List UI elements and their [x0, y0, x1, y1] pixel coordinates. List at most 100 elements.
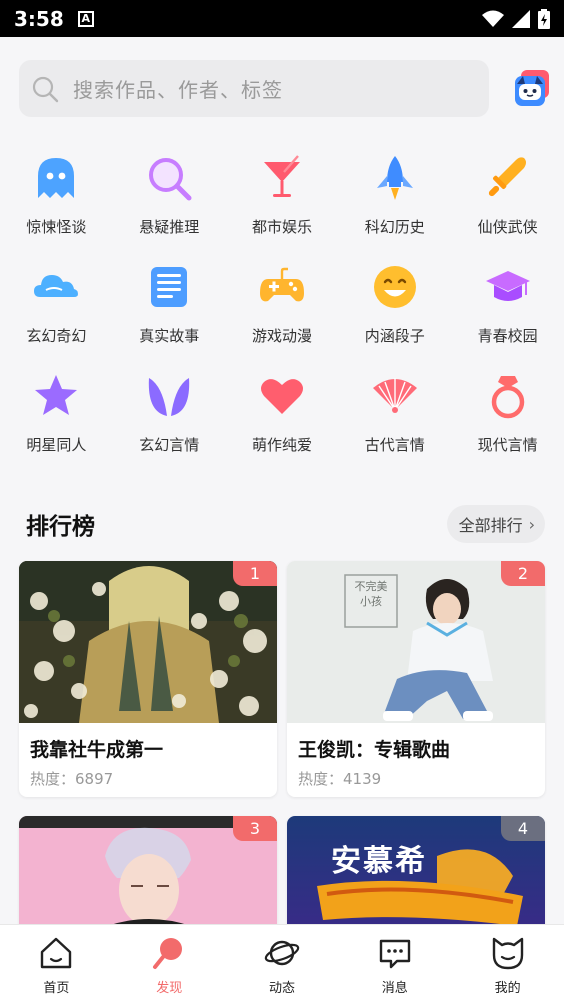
search-input[interactable]: 搜索作品、作者、标签: [19, 60, 489, 117]
battery-icon: [538, 8, 550, 29]
nav-home[interactable]: 首页: [0, 925, 113, 1002]
category-item[interactable]: 惊悚怪谈: [0, 150, 113, 259]
category-label: 现代言情: [477, 436, 538, 454]
category-item[interactable]: 玄幻言情: [113, 368, 226, 477]
ranking-card[interactable]: 3: [19, 816, 277, 936]
status-indicators: [482, 8, 550, 29]
all-rankings-label: 全部排行: [458, 516, 523, 535]
cover-image: 不完美 小孩 2: [287, 561, 545, 723]
wifi-icon: [482, 10, 504, 27]
category-item[interactable]: 古代言情: [338, 368, 451, 477]
smiley-icon: [367, 259, 423, 315]
cocktail-icon: [254, 150, 310, 206]
mascot-icon: [515, 70, 549, 106]
category-label: 科幻历史: [364, 218, 425, 236]
category-label: 仙侠武侠: [477, 218, 538, 236]
category-label: 惊悚怪谈: [26, 218, 87, 236]
card-heat: 热度：4139: [298, 770, 382, 788]
category-label: 游戏动漫: [251, 327, 312, 345]
notification-icon: A: [77, 10, 94, 27]
category-item[interactable]: 都市娱乐: [226, 150, 339, 259]
ranking-header: 排行榜 全部排行 ›: [26, 505, 545, 543]
category-label: 真实故事: [139, 327, 200, 345]
category-item[interactable]: 内涵段子: [338, 259, 451, 368]
signal-icon: [512, 9, 530, 28]
message-icon: [379, 939, 410, 969]
nav-feed[interactable]: 动态: [226, 925, 339, 1002]
show-sign: 不完美 小孩: [347, 579, 395, 609]
profile-icon: [492, 937, 523, 970]
category-label: 古代言情: [364, 436, 425, 454]
category-label: 玄幻言情: [139, 436, 200, 454]
nav-profile[interactable]: 我的: [451, 925, 564, 1002]
status-bar: 3:58 A: [0, 0, 564, 37]
category-item[interactable]: 悬疑推理: [113, 150, 226, 259]
home-icon: [41, 937, 72, 969]
category-item[interactable]: 真实故事: [113, 259, 226, 368]
nav-label: 我的: [494, 981, 521, 996]
nav-label: 首页: [43, 981, 70, 996]
nav-label: 动态: [268, 981, 295, 996]
ranking-card[interactable]: 不完美 小孩 2 王俊凯：专辑歌曲 热度：4139: [287, 561, 545, 797]
nav-label: 消息: [381, 981, 408, 996]
show-sign-line: 小孩: [360, 595, 382, 608]
rank-badge: 3: [233, 816, 277, 841]
planet-icon: [264, 940, 300, 966]
heart-icon: [254, 368, 310, 424]
nav-discover[interactable]: 发现: [113, 925, 226, 1002]
search-icon: [32, 76, 59, 102]
show-sign-line: 不完美: [354, 580, 388, 593]
category-item[interactable]: 明星同人: [0, 368, 113, 477]
category-label: 明星同人: [26, 436, 87, 454]
category-item[interactable]: 游戏动漫: [226, 259, 339, 368]
category-label: 青春校园: [477, 327, 538, 345]
mascot-avatar-button[interactable]: [513, 70, 551, 108]
rocket-icon: [367, 150, 423, 206]
category-item[interactable]: 仙侠武侠: [451, 150, 564, 259]
category-grid: 惊悚怪谈 悬疑推理 都市娱乐 科幻历史 仙侠武侠 玄幻奇幻 真实故事 游戏动漫 …: [0, 150, 564, 477]
rank-badge: 2: [501, 561, 545, 586]
chevron-right-icon: ›: [528, 514, 535, 534]
category-item[interactable]: 青春校园: [451, 259, 564, 368]
ranking-title: 排行榜: [26, 514, 95, 540]
cover-image: 安慕希 4: [287, 816, 545, 936]
card-title: 王俊凯：专辑歌曲: [298, 739, 451, 761]
graduation-cap-icon: [480, 259, 536, 315]
ranking-card[interactable]: 1 我靠社牛成第一 热度：6897: [19, 561, 277, 797]
all-rankings-button[interactable]: 全部排行 ›: [446, 505, 545, 543]
cover-image: 3: [19, 816, 277, 936]
wings-icon: [141, 368, 197, 424]
category-item[interactable]: 科幻历史: [338, 150, 451, 259]
ring-icon: [480, 368, 536, 424]
category-label: 悬疑推理: [139, 218, 200, 236]
category-label: 玄幻奇幻: [26, 327, 87, 345]
gamepad-icon: [254, 259, 310, 315]
search-row: 搜索作品、作者、标签: [19, 60, 551, 117]
category-item[interactable]: 现代言情: [451, 368, 564, 477]
ranking-card[interactable]: 安慕希 4: [287, 816, 545, 936]
nav-messages[interactable]: 消息: [338, 925, 451, 1002]
discover-icon: [153, 938, 183, 969]
search-placeholder: 搜索作品、作者、标签: [73, 78, 283, 102]
rank-badge: 4: [501, 816, 545, 841]
category-label: 内涵段子: [364, 327, 425, 345]
newspaper-icon: [141, 259, 197, 315]
folding-fan-icon: [367, 368, 423, 424]
category-label: 都市娱乐: [251, 218, 312, 236]
ghost-icon: [28, 150, 84, 206]
star-icon: [28, 368, 84, 424]
category-item[interactable]: 玄幻奇幻: [0, 259, 113, 368]
cover-image: 1: [19, 561, 277, 723]
bottom-nav: 首页 发现 动态 消息 我的: [0, 924, 564, 1002]
rank-badge: 1: [233, 561, 277, 586]
cloud-icon: [28, 259, 84, 315]
sword-icon: [480, 150, 536, 206]
category-item[interactable]: 萌作纯爱: [226, 368, 339, 477]
category-label: 萌作纯爱: [251, 436, 312, 454]
magnifier-icon: [141, 150, 197, 206]
brand-sign: 安慕希: [331, 844, 427, 879]
nav-label: 发现: [156, 981, 183, 996]
card-heat: 热度：6897: [30, 770, 114, 788]
status-time: 3:58: [14, 6, 64, 31]
card-title: 我靠社牛成第一: [30, 739, 164, 761]
